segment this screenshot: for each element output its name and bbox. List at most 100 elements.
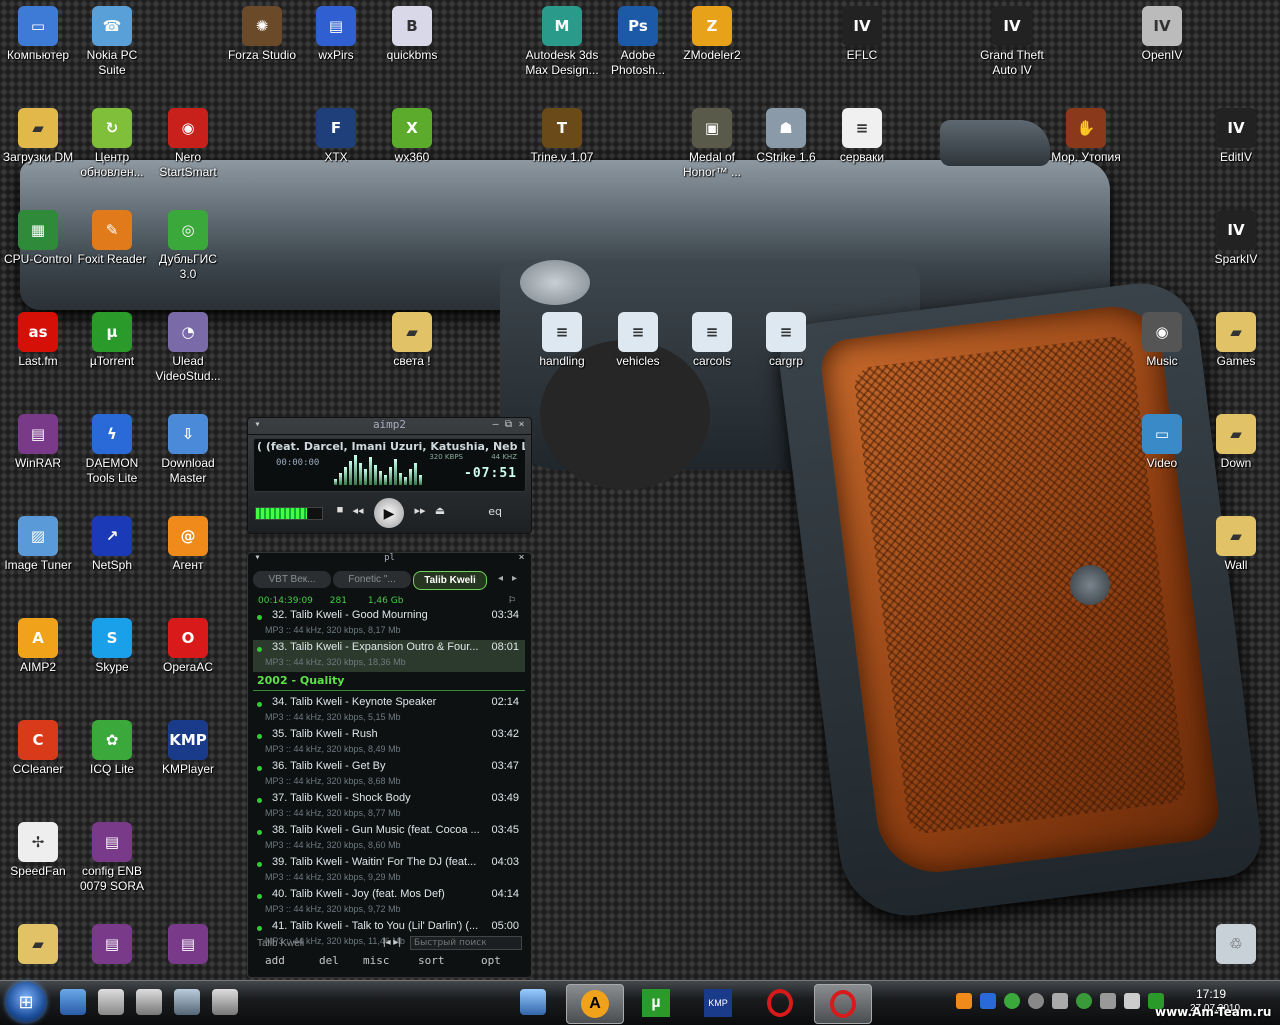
desktop-icon[interactable]: ✺ Forza Studio [224, 0, 300, 63]
monitor-tray-icon[interactable] [1100, 993, 1116, 1009]
desktop-icon[interactable]: µ µTorrent [74, 306, 150, 369]
desktop-icon[interactable]: ☎ Nokia PC Suite [74, 0, 150, 78]
stop-icon[interactable]: ■ [333, 504, 347, 516]
network-tray-icon[interactable] [1052, 993, 1068, 1009]
desktop-icon[interactable]: ≡ carcols [674, 306, 750, 369]
desktop-icon[interactable]: ▤ [74, 918, 150, 966]
previous-icon[interactable]: ◂◂ [351, 504, 365, 517]
minimize-icon[interactable]: – [490, 419, 501, 431]
desktop-icon[interactable]: ▰ [0, 918, 76, 966]
desktop-icon[interactable]: ☗ CStrike 1.6 [748, 102, 824, 165]
desktop-icon[interactable]: ▭ Компьютер [0, 0, 76, 63]
aimp-tray-icon[interactable] [956, 993, 972, 1009]
equalizer-button[interactable]: eq [488, 505, 502, 518]
desktop-icon[interactable]: ▣ Medal of Honor™ ... [674, 102, 750, 180]
volume-slider[interactable] [255, 507, 323, 520]
playlist-row[interactable]: 37. Talib Kweli - Shock Body 03:49 MP3 :: … [253, 791, 525, 823]
volume-tray-icon[interactable] [1124, 993, 1140, 1009]
desktop-icon[interactable]: M Autodesk 3ds Max Design... [524, 0, 600, 78]
skype-tray-icon[interactable] [980, 993, 996, 1009]
aimp-main-window[interactable]: aimp2 ▾ – ⧉ × ( (feat. Darcel, Imani Uzu… [247, 417, 532, 534]
play-button[interactable]: ▶ [374, 498, 404, 528]
desktop-icon[interactable]: ▨ Image Tuner [0, 510, 76, 573]
desktop-icon[interactable]: ✢ SpeedFan [0, 816, 76, 879]
desktop-icon[interactable]: ◎ ДубльГИС 3.0 [150, 204, 226, 282]
desktop-icon[interactable]: Z ZModeler2 [674, 0, 750, 63]
desktop-icon[interactable]: ✿ ICQ Lite [74, 714, 150, 777]
options-button[interactable]: opt [481, 954, 501, 967]
desktop-icon[interactable]: ≡ handling [524, 306, 600, 369]
taskbar-opera-active[interactable] [814, 984, 872, 1024]
seek-icon[interactable]: |◂ ▸| [383, 937, 401, 948]
computer-icon[interactable] [174, 989, 200, 1015]
desktop-icon[interactable]: T Trine.v 1.07 [524, 102, 600, 165]
desktop-icon[interactable]: ≡ серваки [824, 102, 900, 165]
start-button[interactable]: ⊞ [6, 982, 46, 1022]
download-master-icon[interactable] [520, 989, 546, 1015]
desktop-icon[interactable]: ◉ Music [1124, 306, 1200, 369]
menu-arrow-icon[interactable]: ▾ [252, 552, 263, 564]
tab-playlist-talib-kweli[interactable]: Talib Kweli [413, 571, 487, 590]
desktop-icon[interactable]: ▰ Games [1198, 306, 1274, 369]
desktop-icon[interactable]: KMP KMPlayer [150, 714, 226, 777]
taskbar-opera[interactable] [752, 984, 808, 1022]
speedfan-tray-icon[interactable] [1028, 993, 1044, 1009]
delete-button[interactable]: del [319, 954, 339, 967]
playlist-row[interactable]: 39. Talib Kweli - Waitin' For The DJ (fe… [253, 855, 525, 887]
desktop-icon[interactable]: ✎ Foxit Reader [74, 204, 150, 267]
desktop-icon[interactable]: ✋ Мор. Утопия [1048, 102, 1124, 165]
playlist-row[interactable]: 36. Talib Kweli - Get By 03:47 MP3 :: 44 k… [253, 759, 525, 791]
desktop-icon[interactable]: ▰ света ! [374, 306, 450, 369]
restore-icon[interactable]: ⧉ [503, 419, 514, 431]
playlist-row[interactable]: 34. Talib Kweli - Keynote Speaker 02:14 MP… [253, 695, 525, 727]
desktop-icon[interactable]: A AIMP2 [0, 612, 76, 675]
next-icon[interactable]: ▸▸ [413, 504, 427, 517]
clock-time[interactable]: 17:19 [1196, 987, 1226, 1001]
show-desktop-icon[interactable] [60, 989, 86, 1015]
desktop-icon[interactable]: O OperaAC [150, 612, 226, 675]
desktop-icon[interactable]: ▰ Wall [1198, 510, 1274, 573]
desktop-icon[interactable]: ◔ Ulead VideoStud... [150, 306, 226, 384]
desktop-icon[interactable]: as Last.fm [0, 306, 76, 369]
desktop-icon[interactable]: @ Агент [150, 510, 226, 573]
add-button[interactable]: add [265, 954, 285, 967]
desktop-icon[interactable]: Bquickbms [374, 0, 450, 63]
desktop-icon[interactable]: ≡ cargrp [748, 306, 824, 369]
desktop-icon[interactable]: S Skype [74, 612, 150, 675]
tab-playlist-fonetic[interactable]: Fonetic "... [333, 571, 411, 588]
bd-drive-icon[interactable] [136, 989, 162, 1015]
desktop-icon[interactable]: IV EditIV [1198, 102, 1274, 165]
misc-button[interactable]: misc [363, 954, 390, 967]
desktop-icon[interactable]: IV SparkIV [1198, 204, 1274, 267]
desktop-icon[interactable]: ◉ Nero StartSmart [150, 102, 226, 180]
desktop-icon[interactable]: ▰ Down [1198, 408, 1274, 471]
quick-search-input[interactable] [410, 936, 522, 950]
playlist-row[interactable]: 32. Talib Kweli - Good Mourning 03:34 MP3 … [253, 608, 525, 640]
desktop-icon[interactable]: ↗ NetSph [74, 510, 150, 573]
close-icon[interactable]: × [516, 552, 527, 564]
sort-button[interactable]: sort [418, 954, 445, 967]
playlist-row[interactable]: 40. Talib Kweli - Joy (feat. Mos Def) 04:… [253, 887, 525, 919]
menu-arrow-icon[interactable]: ▾ [252, 419, 263, 431]
taskbar-kmplayer[interactable]: KMP [690, 984, 746, 1022]
desktop-icon[interactable]: IV OpenIV [1124, 0, 1200, 63]
desktop-icon[interactable]: ϟ DAEMON Tools Lite [74, 408, 150, 486]
desktop-icon[interactable]: Xwx360 [374, 102, 450, 165]
icq-tray-icon[interactable] [1004, 993, 1020, 1009]
desktop-icon[interactable]: Ps Adobe Photosh... [600, 0, 676, 78]
drive-icon[interactable] [98, 989, 124, 1015]
desktop-icon[interactable]: ≡ vehicles [600, 306, 676, 369]
update-tray-icon[interactable] [1076, 993, 1092, 1009]
playlist-row[interactable]: 35. Talib Kweli - Rush 03:42 MP3 :: 44 kHz… [253, 727, 525, 759]
taskbar-utorrent[interactable]: µ [628, 984, 684, 1022]
tab-playlist-vbt[interactable]: VBT Век... [253, 571, 331, 588]
desktop-icon[interactable]: F XTX [298, 102, 374, 165]
tab-scroll-left-icon[interactable]: ◂ [498, 573, 503, 584]
playlist-row[interactable]: 33. Talib Kweli - Expansion Outro & Four… [253, 640, 525, 672]
desktop-icon[interactable]: ▤ WinRAR [0, 408, 76, 471]
desktop-icon[interactable]: C CCleaner [0, 714, 76, 777]
flag-icon[interactable]: ⚐ [508, 596, 516, 606]
desktop-icon[interactable]: IV Grand Theft Auto IV [974, 0, 1050, 78]
desktop-icon[interactable]: ▭ Video [1124, 408, 1200, 471]
desktop-icon[interactable]: ⇩ Download Master [150, 408, 226, 486]
